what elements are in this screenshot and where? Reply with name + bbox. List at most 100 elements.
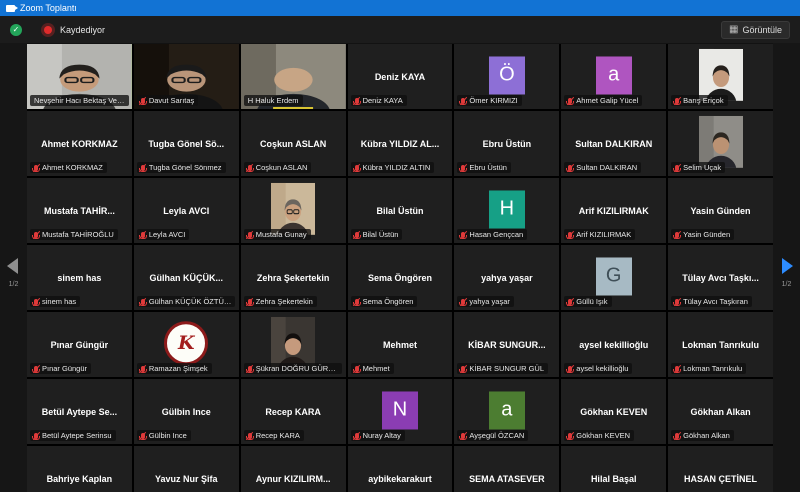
participant-tile[interactable]: Sultan DALKIRAN Sultan DALKIRAN: [561, 111, 666, 176]
participant-display-name: SEMA ATASEVER: [454, 446, 559, 492]
participant-tile[interactable]: Tugba Gönel Sö... Tugba Gönel Sönmez: [134, 111, 239, 176]
participant-tile[interactable]: Ö Ömer KIRMIZI: [454, 44, 559, 109]
muted-mic-icon: [34, 366, 38, 372]
name-label: Sema Öngören: [351, 296, 418, 307]
name-label: Coşkun ASLAN: [244, 162, 312, 173]
muted-mic-icon: [461, 98, 465, 104]
prev-page-arrow-icon[interactable]: [7, 258, 18, 274]
participant-tile[interactable]: Selim Uçak: [668, 111, 773, 176]
participant-tile[interactable]: Pınar Güngür Pınar Güngür: [27, 312, 132, 377]
participant-tile[interactable]: Coşkun ASLAN Coşkun ASLAN: [241, 111, 346, 176]
participant-tile[interactable]: Arif KIZILIRMAK Arif KIZILIRMAK: [561, 178, 666, 243]
participant-tile[interactable]: Bahriye Kaplan Bahriye Kaplan: [27, 446, 132, 492]
name-label-text: yahya yaşar: [469, 297, 509, 306]
muted-mic-icon: [355, 98, 359, 104]
participant-tile[interactable]: Gökhan KEVEN Gökhan KEVEN: [561, 379, 666, 444]
muted-mic-icon: [675, 366, 679, 372]
muted-mic-icon: [141, 165, 145, 171]
participant-tile[interactable]: Tülay Avcı Taşkı... Tülay Avcı Taşkıran: [668, 245, 773, 310]
name-label-text: Mustafa TAHİROĞLU: [42, 230, 114, 239]
name-label-text: Güllü Işık: [576, 297, 607, 306]
recording-status-label: Kaydediyor: [60, 25, 105, 35]
participant-tile[interactable]: Yasin Günden Yasin Günden: [668, 178, 773, 243]
name-label: Recep KARA: [244, 430, 304, 441]
name-label-text: Recep KARA: [256, 431, 300, 440]
participant-tile[interactable]: Nevşehir Hacı Bektaş Veli Üniversi...: [27, 44, 132, 109]
participant-tile[interactable]: Yavuz Nur Şifa Yavuz Nur Şifa: [134, 446, 239, 492]
participant-tile[interactable]: aysel kekillioğlu aysel kekillioğlu: [561, 312, 666, 377]
participant-tile[interactable]: Sema Öngören Sema Öngören: [348, 245, 453, 310]
participant-tile[interactable]: a Ahmet Galip Yücel: [561, 44, 666, 109]
muted-mic-icon: [675, 165, 679, 171]
participant-tile[interactable]: Leyla AVCI Leyla AVCI: [134, 178, 239, 243]
participant-display-name: aybikekarakurt: [348, 446, 453, 492]
participant-display-name: Bahriye Kaplan: [27, 446, 132, 492]
participant-tile[interactable]: Mustafa TAHİR... Mustafa TAHİROĞLU: [27, 178, 132, 243]
prev-page-gutter: 1/2: [0, 43, 27, 492]
name-label-text: Ebru Üstün: [469, 163, 507, 172]
name-label: Ebru Üstün: [457, 162, 511, 173]
encryption-check-icon[interactable]: ✓: [10, 24, 22, 36]
participant-tile[interactable]: Recep KARA Recep KARA: [241, 379, 346, 444]
name-label-text: Gökhan KEVEN: [576, 431, 630, 440]
participant-tile[interactable]: Mustafa Gunay: [241, 178, 346, 243]
name-label-text: Davut Sarıtaş: [149, 96, 194, 105]
name-label: Tülay Avcı Taşkıran: [671, 296, 752, 307]
participant-tile[interactable]: Davut Sarıtaş: [134, 44, 239, 109]
participant-tile[interactable]: Ebru Üstün Ebru Üstün: [454, 111, 559, 176]
muted-mic-icon: [248, 232, 252, 238]
name-label: Selim Uçak: [671, 162, 725, 173]
muted-mic-icon: [568, 299, 572, 305]
participant-display-name: Yavuz Nur Şifa: [134, 446, 239, 492]
participant-tile[interactable]: Ahmet KORKMAZ Ahmet KORKMAZ: [27, 111, 132, 176]
name-label: Davut Sarıtaş: [137, 95, 198, 106]
participant-tile[interactable]: N Nuray Altay: [348, 379, 453, 444]
name-label: Gülbin Ince: [137, 430, 191, 441]
participant-tile[interactable]: Mehmet Mehmet: [348, 312, 453, 377]
participant-tile[interactable]: Betül Aytepe Se... Betül Aytepe Serinsu: [27, 379, 132, 444]
participant-display-name: Hilal Başal: [561, 446, 666, 492]
participant-tile[interactable]: KİBAR SUNGUR... KİBAR SUNGUR GÜL: [454, 312, 559, 377]
participant-tile[interactable]: Gökhan Alkan Gökhan Alkan: [668, 379, 773, 444]
participant-tile[interactable]: Zehra Şekertekin Zehra Şekertekin: [241, 245, 346, 310]
participant-tile[interactable]: HASAN ÇETİNEL HASAN ÇETİNEL: [668, 446, 773, 492]
participant-tile[interactable]: Gülhan KÜÇÜK... Gülhan KÜÇÜK ÖZTÜRK: [134, 245, 239, 310]
participant-avatar: a: [489, 391, 525, 429]
muted-mic-icon: [248, 165, 252, 171]
participant-avatar: H: [489, 190, 525, 228]
name-label: Nuray Altay: [351, 430, 405, 441]
next-page-arrow-icon[interactable]: [782, 258, 793, 274]
participant-tile[interactable]: Gülbin Ince Gülbin Ince: [134, 379, 239, 444]
participant-tile[interactable]: aybikekarakurt aybikekarakurt: [348, 446, 453, 492]
participant-tile[interactable]: Hilal Başal Hilal Başal: [561, 446, 666, 492]
participant-tile[interactable]: Kübra YILDIZ AL... Kübra YILDIZ ALTIN: [348, 111, 453, 176]
view-button[interactable]: ▦ Görüntüle: [721, 21, 790, 39]
muted-mic-icon: [141, 433, 145, 439]
participant-tile[interactable]: H Haluk Erdem: [241, 44, 346, 109]
name-label: Bilal Üstün: [351, 229, 403, 240]
participant-tile[interactable]: Lokman Tanrıkulu Lokman Tanrıkulu: [668, 312, 773, 377]
page-indicator-left: 1/2: [0, 281, 27, 288]
participant-tile[interactable]: Barış Eriçok: [668, 44, 773, 109]
participant-avatar: Ö: [489, 56, 525, 94]
participant-tile[interactable]: SEMA ATASEVER SEMA ATASEVER: [454, 446, 559, 492]
participant-tile[interactable]: Deniz KAYA Deniz KAYA: [348, 44, 453, 109]
participant-photo: [271, 316, 315, 368]
name-label: Arif KIZILIRMAK: [564, 229, 635, 240]
participant-tile[interactable]: K Ramazan Şimşek: [134, 312, 239, 377]
participant-tile[interactable]: yahya yaşar yahya yaşar: [454, 245, 559, 310]
participant-tile[interactable]: a Ayşegül ÖZCAN: [454, 379, 559, 444]
muted-mic-icon: [461, 366, 465, 372]
participant-display-name: Aynur KIZILIRM...: [241, 446, 346, 492]
participant-tile[interactable]: G Güllü Işık: [561, 245, 666, 310]
participant-tile[interactable]: H Hasan Gençcan: [454, 178, 559, 243]
participant-tile[interactable]: Şükran DOĞRU GÜRPINAR: [241, 312, 346, 377]
participant-tile[interactable]: Bilal Üstün Bilal Üstün: [348, 178, 453, 243]
participant-tile[interactable]: Aynur KIZILIRM... Aynur KIZILIRMAK: [241, 446, 346, 492]
muted-mic-icon: [675, 98, 679, 104]
name-label: H Haluk Erdem: [244, 95, 303, 106]
participant-tile[interactable]: sinem has sinem has: [27, 245, 132, 310]
name-label-text: Tülay Avcı Taşkıran: [683, 297, 748, 306]
name-label: Gülhan KÜÇÜK ÖZTÜRK: [137, 296, 236, 307]
recording-dot-icon[interactable]: [44, 26, 52, 34]
